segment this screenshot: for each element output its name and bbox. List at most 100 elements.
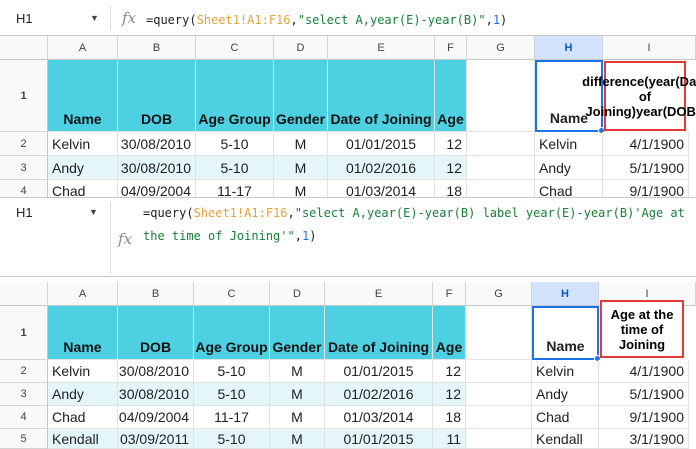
header-cell-name[interactable]: Name [48,306,118,360]
header-cell-name[interactable]: Name [48,60,118,132]
query-result-name[interactable]: Kelvin [535,132,603,156]
column-header-c[interactable]: C [194,282,270,306]
query-result-value[interactable]: 5/1/1900 [603,156,689,180]
cell-dob[interactable]: 30/08/2010 [118,156,196,180]
cell-gender[interactable]: M [270,406,325,429]
cell-age-group[interactable]: 5-10 [194,429,270,449]
query-result-value[interactable]: 9/1/1900 [599,406,689,429]
column-header-f[interactable]: F [433,282,466,306]
column-header-d[interactable]: D [274,36,328,60]
cell-g1[interactable] [467,60,535,132]
column-header-d[interactable]: D [270,282,325,306]
cell-age[interactable]: 12 [435,132,467,156]
header-cell-dob[interactable]: DOB [118,306,194,360]
query-header-h1[interactable]: Name [532,306,599,360]
row-header-1[interactable]: 1 [0,60,48,132]
cell-gender[interactable]: M [274,156,328,180]
cell-date-of-joining[interactable]: 01/03/2014 [325,406,433,429]
row-header-3[interactable]: 3 [0,156,48,180]
cell-age[interactable]: 11 [433,429,466,449]
query-result-name[interactable]: Andy [532,383,599,406]
cell-dob[interactable]: 30/08/2010 [118,383,194,406]
column-header-e[interactable]: E [328,36,435,60]
query-result-value[interactable]: 4/1/1900 [603,132,689,156]
cell-name[interactable]: Kelvin [48,132,118,156]
formula-input-line-1[interactable]: =query(Sheet1!A1:F16,"select A,year(E)-y… [143,206,685,220]
row-header-5[interactable]: 5 [0,429,48,449]
row-header-2[interactable]: 2 [0,132,48,156]
row-header-2[interactable]: 2 [0,360,48,383]
row-header-4[interactable]: 4 [0,406,48,429]
cell-gender[interactable]: M [274,132,328,156]
query-result-name[interactable]: Kendall [532,429,599,449]
query-header-i1-highlighted[interactable]: difference(year(Date of Joining)year(DOB… [582,61,696,131]
column-header-f[interactable]: F [435,36,467,60]
cell-name[interactable]: Andy [48,156,118,180]
query-result-name[interactable]: Chad [532,406,599,429]
cell-age-group[interactable]: 5-10 [196,156,274,180]
header-cell-date-of-joining[interactable]: Date of Joining [328,60,435,132]
header-cell-age-group[interactable]: Age Group [194,306,270,360]
cell-age-group[interactable]: 5-10 [194,383,270,406]
cell-gender[interactable]: M [270,360,325,383]
cell-g1[interactable] [466,306,532,360]
column-header-b[interactable]: B [118,282,194,306]
cell-date-of-joining[interactable]: 01/01/2015 [325,429,433,449]
query-result-value[interactable]: 3/1/1900 [599,429,689,449]
column-header-b[interactable]: B [118,36,196,60]
query-result-name[interactable]: Kelvin [532,360,599,383]
cell-age[interactable]: 12 [433,360,466,383]
cell-name[interactable]: Chad [48,406,118,429]
cell-name[interactable]: Andy [48,383,118,406]
formula-input[interactable]: =query(Sheet1!A1:F16,"select A,year(E)-y… [146,13,507,27]
corner-cell[interactable] [0,36,48,60]
cell-age[interactable]: 18 [433,406,466,429]
query-result-value[interactable]: 5/1/1900 [599,383,689,406]
header-cell-date-of-joining[interactable]: Date of Joining [325,306,433,360]
cell-g[interactable] [467,132,535,156]
header-cell-gender[interactable]: Gender [274,60,328,132]
cell-dob[interactable]: 30/08/2010 [118,132,196,156]
cell-g[interactable] [466,360,532,383]
cell-date-of-joining[interactable]: 01/02/2016 [328,156,435,180]
column-header-i[interactable]: I [603,36,696,60]
cell-age-group[interactable]: 5-10 [194,360,270,383]
cell-name[interactable]: Kendall [48,429,118,449]
column-header-a[interactable]: A [48,282,118,306]
cell-age[interactable]: 12 [435,156,467,180]
cell-gender[interactable]: M [270,383,325,406]
row-header-3[interactable]: 3 [0,383,48,406]
header-cell-dob[interactable]: DOB [118,60,196,132]
column-header-g[interactable]: G [466,282,532,306]
cell-age-group[interactable]: 11-17 [194,406,270,429]
cell-dob[interactable]: 30/08/2010 [118,360,194,383]
name-box-dropdown-icon[interactable]: ▼ [90,13,99,23]
column-header-h[interactable]: H [532,282,599,306]
column-header-h[interactable]: H [535,36,603,60]
cell-g[interactable] [466,429,532,449]
query-result-value[interactable]: 4/1/1900 [599,360,689,383]
cell-dob[interactable]: 04/09/2004 [118,406,194,429]
cell-g[interactable] [466,406,532,429]
corner-cell[interactable] [0,282,48,306]
cell-age[interactable]: 12 [433,383,466,406]
column-header-e[interactable]: E [325,282,433,306]
formula-input-line-2[interactable]: the time of Joining'",1) [143,229,316,243]
header-cell-age[interactable]: Age [433,306,466,360]
cell-name[interactable]: Kelvin [48,360,118,383]
header-cell-age-group[interactable]: Age Group [196,60,274,132]
cell-date-of-joining[interactable]: 01/01/2015 [328,132,435,156]
name-box-dropdown-icon[interactable]: ▼ [89,207,98,217]
query-result-name[interactable]: Andy [535,156,603,180]
cell-age-group[interactable]: 5-10 [196,132,274,156]
header-cell-gender[interactable]: Gender [270,306,325,360]
cell-g[interactable] [467,156,535,180]
name-box[interactable]: H1 [16,11,33,26]
cell-date-of-joining[interactable]: 01/02/2016 [325,383,433,406]
column-header-g[interactable]: G [467,36,535,60]
cell-g[interactable] [466,383,532,406]
query-header-i1-highlighted[interactable]: Age at the time of Joining [600,300,684,358]
column-header-a[interactable]: A [48,36,118,60]
name-box[interactable]: H1 [16,205,33,220]
cell-dob[interactable]: 03/09/2011 [118,429,194,449]
